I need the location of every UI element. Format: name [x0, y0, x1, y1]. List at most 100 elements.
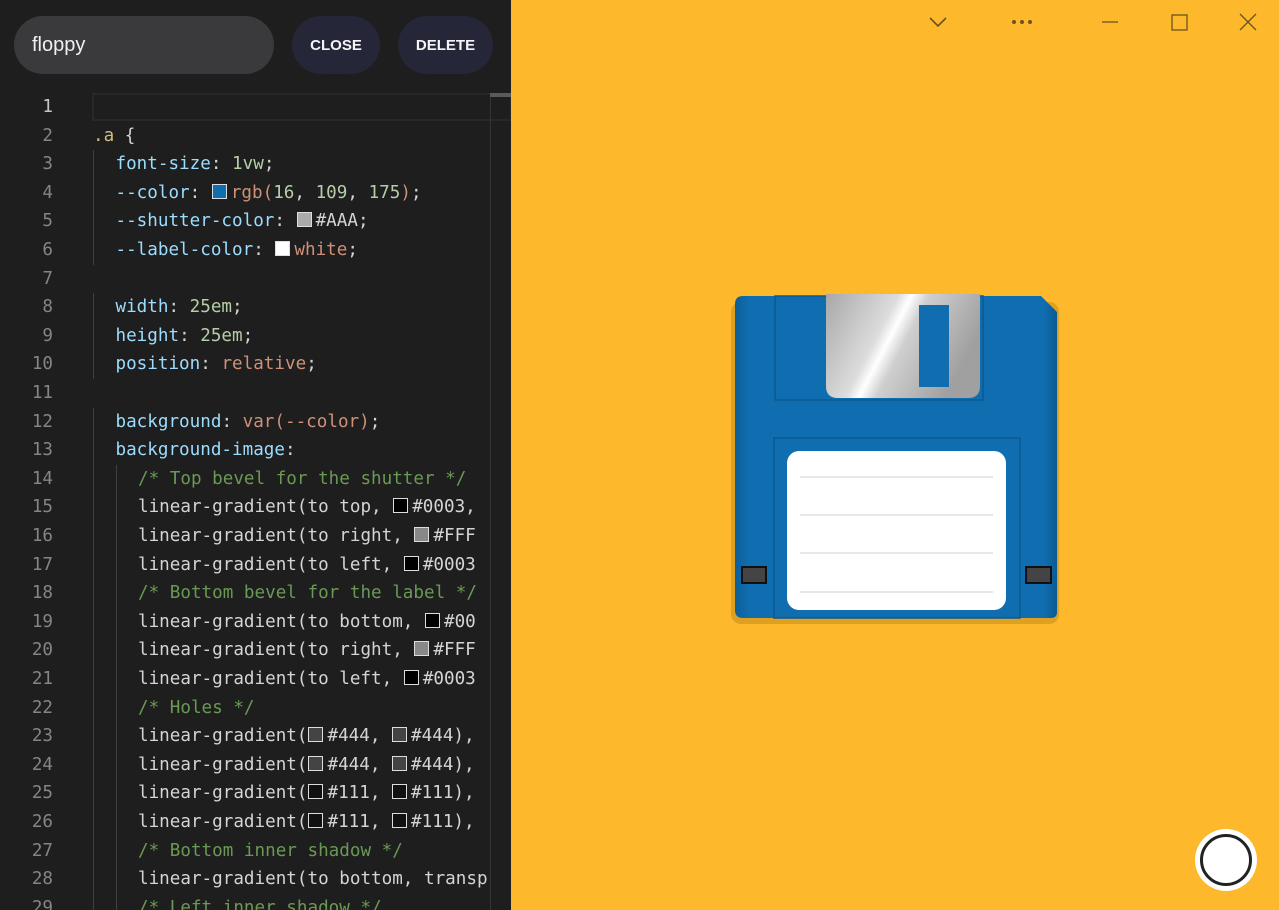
code-line[interactable]: 19 linear-gradient(to bottom, #00 [0, 607, 512, 637]
code-line[interactable]: 23 linear-gradient(#444, #444), [0, 722, 512, 751]
code-token: : [168, 297, 190, 318]
line-number: 27 [31, 840, 53, 861]
code-text: width: 25em; [116, 293, 243, 322]
code-line[interactable]: 4 --color: rgb(16, 109, 175); [0, 178, 512, 208]
code-line[interactable]: 21 linear-gradient(to left, #0003 [0, 665, 512, 694]
line-number: 24 [31, 754, 53, 775]
line-number: 13 [31, 440, 53, 461]
code-token: linear-gradient( [138, 783, 308, 804]
code-text: linear-gradient(to top, #0003, [138, 493, 476, 522]
code-token: 109 [315, 182, 348, 203]
code-token: relative [221, 354, 307, 375]
color-swatch[interactable] [393, 498, 409, 514]
code-line[interactable]: 22 /* Holes */ [0, 693, 512, 723]
indent-guide [93, 150, 94, 179]
line-number: 21 [31, 669, 53, 689]
color-swatch[interactable] [308, 813, 324, 828]
code-line[interactable]: 8 width: 25em; [0, 293, 512, 322]
color-swatch[interactable] [403, 670, 419, 685]
code-line[interactable]: 12 background: var(--color); [0, 407, 512, 437]
code-line[interactable]: 9 height: 25em; [0, 321, 512, 351]
code-line[interactable]: 14 /* Top bevel for the shutter */ [0, 464, 512, 494]
indent-guide [93, 493, 94, 522]
color-swatch[interactable] [275, 241, 291, 256]
color-swatch[interactable] [414, 641, 430, 657]
code-line[interactable]: 3 font-size: 1vw; [0, 150, 512, 179]
code-line[interactable]: 25 linear-gradient(#111, #111), [0, 779, 512, 808]
code-area[interactable]: 1 2 .a {3 font-size: 1vw; 4 --color: rgb(16, … [0, 93, 512, 910]
code-text: font-size: 1vw; [116, 150, 275, 179]
code-line[interactable]: 17 linear-gradient(to left, #0003 [0, 550, 512, 580]
color-swatch[interactable] [425, 612, 440, 628]
color-swatch[interactable] [392, 813, 408, 828]
code-token: : [253, 240, 275, 260]
code-token: #444, [327, 726, 392, 747]
code-text: linear-gradient(#111, #111), [138, 779, 475, 808]
code-token: .a [93, 125, 115, 146]
color-swatch[interactable] [392, 784, 408, 800]
color-swatch[interactable] [308, 755, 324, 771]
code-token: /* Bottom inner shadow */ [138, 840, 403, 861]
code-line[interactable]: 5 --shutter-color: #AAA; [0, 207, 512, 236]
code-line[interactable]: 27 /* Bottom inner shadow */ [0, 836, 512, 866]
line-number: 25 [31, 783, 53, 804]
color-swatch[interactable] [211, 183, 227, 199]
code-token: , [347, 182, 369, 203]
code-line[interactable]: 20 linear-gradient(to right, #FFF [0, 636, 512, 665]
code-line[interactable]: 24 linear-gradient(#444, #444), [0, 750, 512, 780]
indent-guide [115, 636, 117, 665]
code-token: linear-gradient(to bottom, [138, 611, 424, 632]
close-button[interactable]: CLOSE [292, 16, 380, 74]
indent-guide [93, 436, 94, 465]
code-line[interactable]: 18 /* Bottom bevel for the label */ [0, 579, 512, 608]
color-swatch[interactable] [308, 784, 324, 800]
line-number: 29 [31, 897, 53, 910]
preview-pane [511, 0, 1279, 910]
code-line[interactable]: 2 .a { [0, 122, 512, 151]
line-number: 7 [42, 268, 53, 289]
code-line[interactable]: 29 /* Left inner shadow */ [0, 893, 512, 910]
indent-guide [115, 550, 117, 580]
code-line[interactable]: 26 linear-gradient(#111, #111), [0, 808, 512, 837]
code-line[interactable]: 10 position: relative; [0, 350, 512, 379]
code-token: #FFF [433, 526, 476, 546]
code-token: linear-gradient( [138, 754, 308, 775]
code-token: linear-gradient(to right, [138, 526, 414, 546]
line-number: 19 [31, 611, 53, 632]
code-line[interactable]: 1 [0, 93, 512, 122]
code-token: 175 [368, 182, 401, 203]
code-text: position: relative; [116, 350, 317, 379]
code-token: #0003, [412, 497, 476, 518]
code-line[interactable]: 11 [0, 379, 512, 408]
color-swatch[interactable] [414, 527, 430, 542]
indent-guide [93, 865, 94, 894]
indent-guide [93, 178, 94, 208]
color-swatch[interactable] [308, 727, 324, 743]
code-line[interactable]: 13 background-image: [0, 436, 512, 465]
color-swatch[interactable] [403, 555, 419, 571]
code-token: #444), [411, 754, 475, 775]
line-number: 5 [42, 211, 53, 232]
color-swatch[interactable] [296, 212, 312, 228]
color-swatch[interactable] [392, 727, 408, 743]
indent-guide [93, 464, 94, 494]
line-number: 1 [42, 97, 53, 117]
code-line[interactable]: 15 linear-gradient(to top, #0003, [0, 493, 512, 522]
code-text: linear-gradient(to bottom, #00 [138, 608, 476, 637]
code-line[interactable]: 16 linear-gradient(to right, #FFF [0, 522, 512, 551]
color-swatch[interactable] [392, 755, 408, 771]
code-line[interactable]: 6 --label-color: white; [0, 236, 512, 265]
delete-button[interactable]: DELETE [398, 16, 493, 74]
toolbar: CLOSE DELETE [0, 0, 512, 90]
code-token: #111), [411, 812, 475, 832]
code-line[interactable]: 28 linear-gradient(to bottom, transp [0, 865, 512, 894]
record-button[interactable] [1195, 829, 1257, 891]
code-token: : [274, 211, 296, 232]
line-number: 4 [42, 182, 53, 203]
name-input[interactable] [14, 16, 274, 74]
code-token: /* Bottom bevel for the label */ [138, 583, 477, 604]
code-text: background: var(--color); [116, 408, 381, 437]
code-line[interactable]: 7 [0, 265, 512, 294]
line-number: 18 [31, 583, 53, 604]
code-token: linear-gradient( [138, 812, 308, 832]
